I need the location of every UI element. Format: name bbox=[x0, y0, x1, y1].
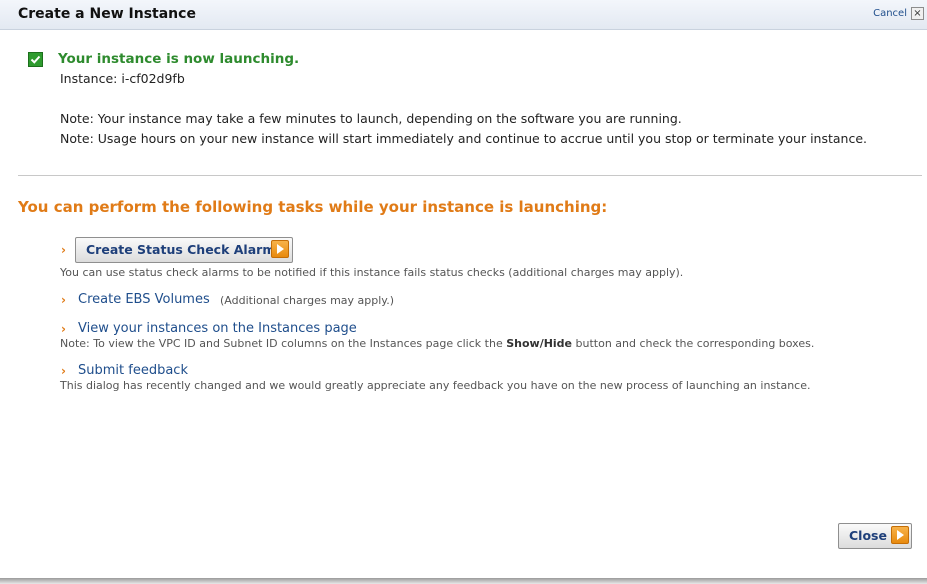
dialog-titlebar: Create a New Instance Cancel × bbox=[0, 0, 927, 30]
dialog-bottom-edge bbox=[0, 578, 927, 584]
create-status-check-alarm-button[interactable]: Create Status Check Alarm bbox=[75, 237, 293, 263]
view-instances-link[interactable]: View your instances on the Instances pag… bbox=[78, 321, 357, 336]
alarm-button-label: Create Status Check Alarm bbox=[86, 242, 276, 257]
show-hide-label: Show/Hide bbox=[506, 337, 573, 350]
status-title: Your instance is now launching. bbox=[58, 51, 300, 67]
feedback-description: This dialog has recently changed and we … bbox=[60, 379, 811, 392]
close-button[interactable]: Close bbox=[838, 523, 912, 549]
bullet-arrow-icon: › bbox=[61, 243, 66, 257]
instance-id: i-cf02d9fb bbox=[121, 71, 185, 86]
close-button-label: Close bbox=[849, 528, 887, 543]
instances-desc-text-end: button and check the corresponding boxes… bbox=[575, 337, 815, 350]
checkmark-icon bbox=[28, 52, 43, 67]
dialog-title: Create a New Instance bbox=[18, 6, 196, 22]
submit-feedback-link[interactable]: Submit feedback bbox=[78, 363, 188, 378]
bullet-arrow-icon: › bbox=[61, 293, 66, 307]
instances-description: Note: To view the VPC ID and Subnet ID c… bbox=[60, 337, 814, 350]
tasks-heading: You can perform the following tasks whil… bbox=[18, 198, 608, 216]
bullet-arrow-icon: › bbox=[61, 322, 66, 336]
instances-desc-text: Note: To view the VPC ID and Subnet ID c… bbox=[60, 337, 503, 350]
usage-hours-note: Note: Usage hours on your new instance w… bbox=[60, 131, 868, 146]
ebs-charges-note: (Additional charges may apply.) bbox=[220, 294, 395, 307]
arrow-right-icon bbox=[271, 240, 289, 258]
instance-line: Instance: i-cf02d9fb bbox=[60, 71, 185, 86]
create-ebs-volumes-link[interactable]: Create EBS Volumes bbox=[78, 292, 210, 307]
divider bbox=[18, 175, 922, 176]
instance-label: Instance: bbox=[60, 71, 118, 86]
close-icon[interactable]: × bbox=[911, 7, 924, 20]
arrow-right-icon bbox=[891, 526, 909, 544]
launch-time-note: Note: Your instance may take a few minut… bbox=[60, 111, 682, 126]
alarm-description: You can use status check alarms to be no… bbox=[60, 266, 684, 279]
cancel-link[interactable]: Cancel bbox=[873, 8, 907, 19]
bullet-arrow-icon: › bbox=[61, 364, 66, 378]
launch-dialog: Create a New Instance Cancel × Your inst… bbox=[0, 0, 927, 578]
